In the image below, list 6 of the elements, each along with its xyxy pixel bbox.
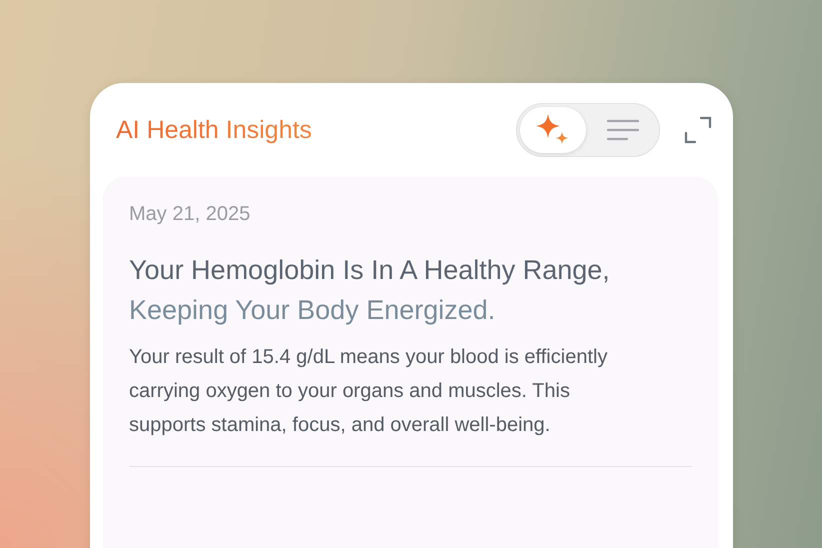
insight-date: May 21, 2025 <box>129 203 252 226</box>
expand-button[interactable] <box>682 114 714 146</box>
lines-icon <box>607 119 639 141</box>
expand-icon <box>684 116 712 144</box>
insight-body: Your result of 15.4 g/dL means your blood is efficiently carrying oxygen to your organs and muscles. This supports stamina, focus, and overall well-being. <box>129 345 608 438</box>
insights-view-tab[interactable] <box>520 107 586 153</box>
